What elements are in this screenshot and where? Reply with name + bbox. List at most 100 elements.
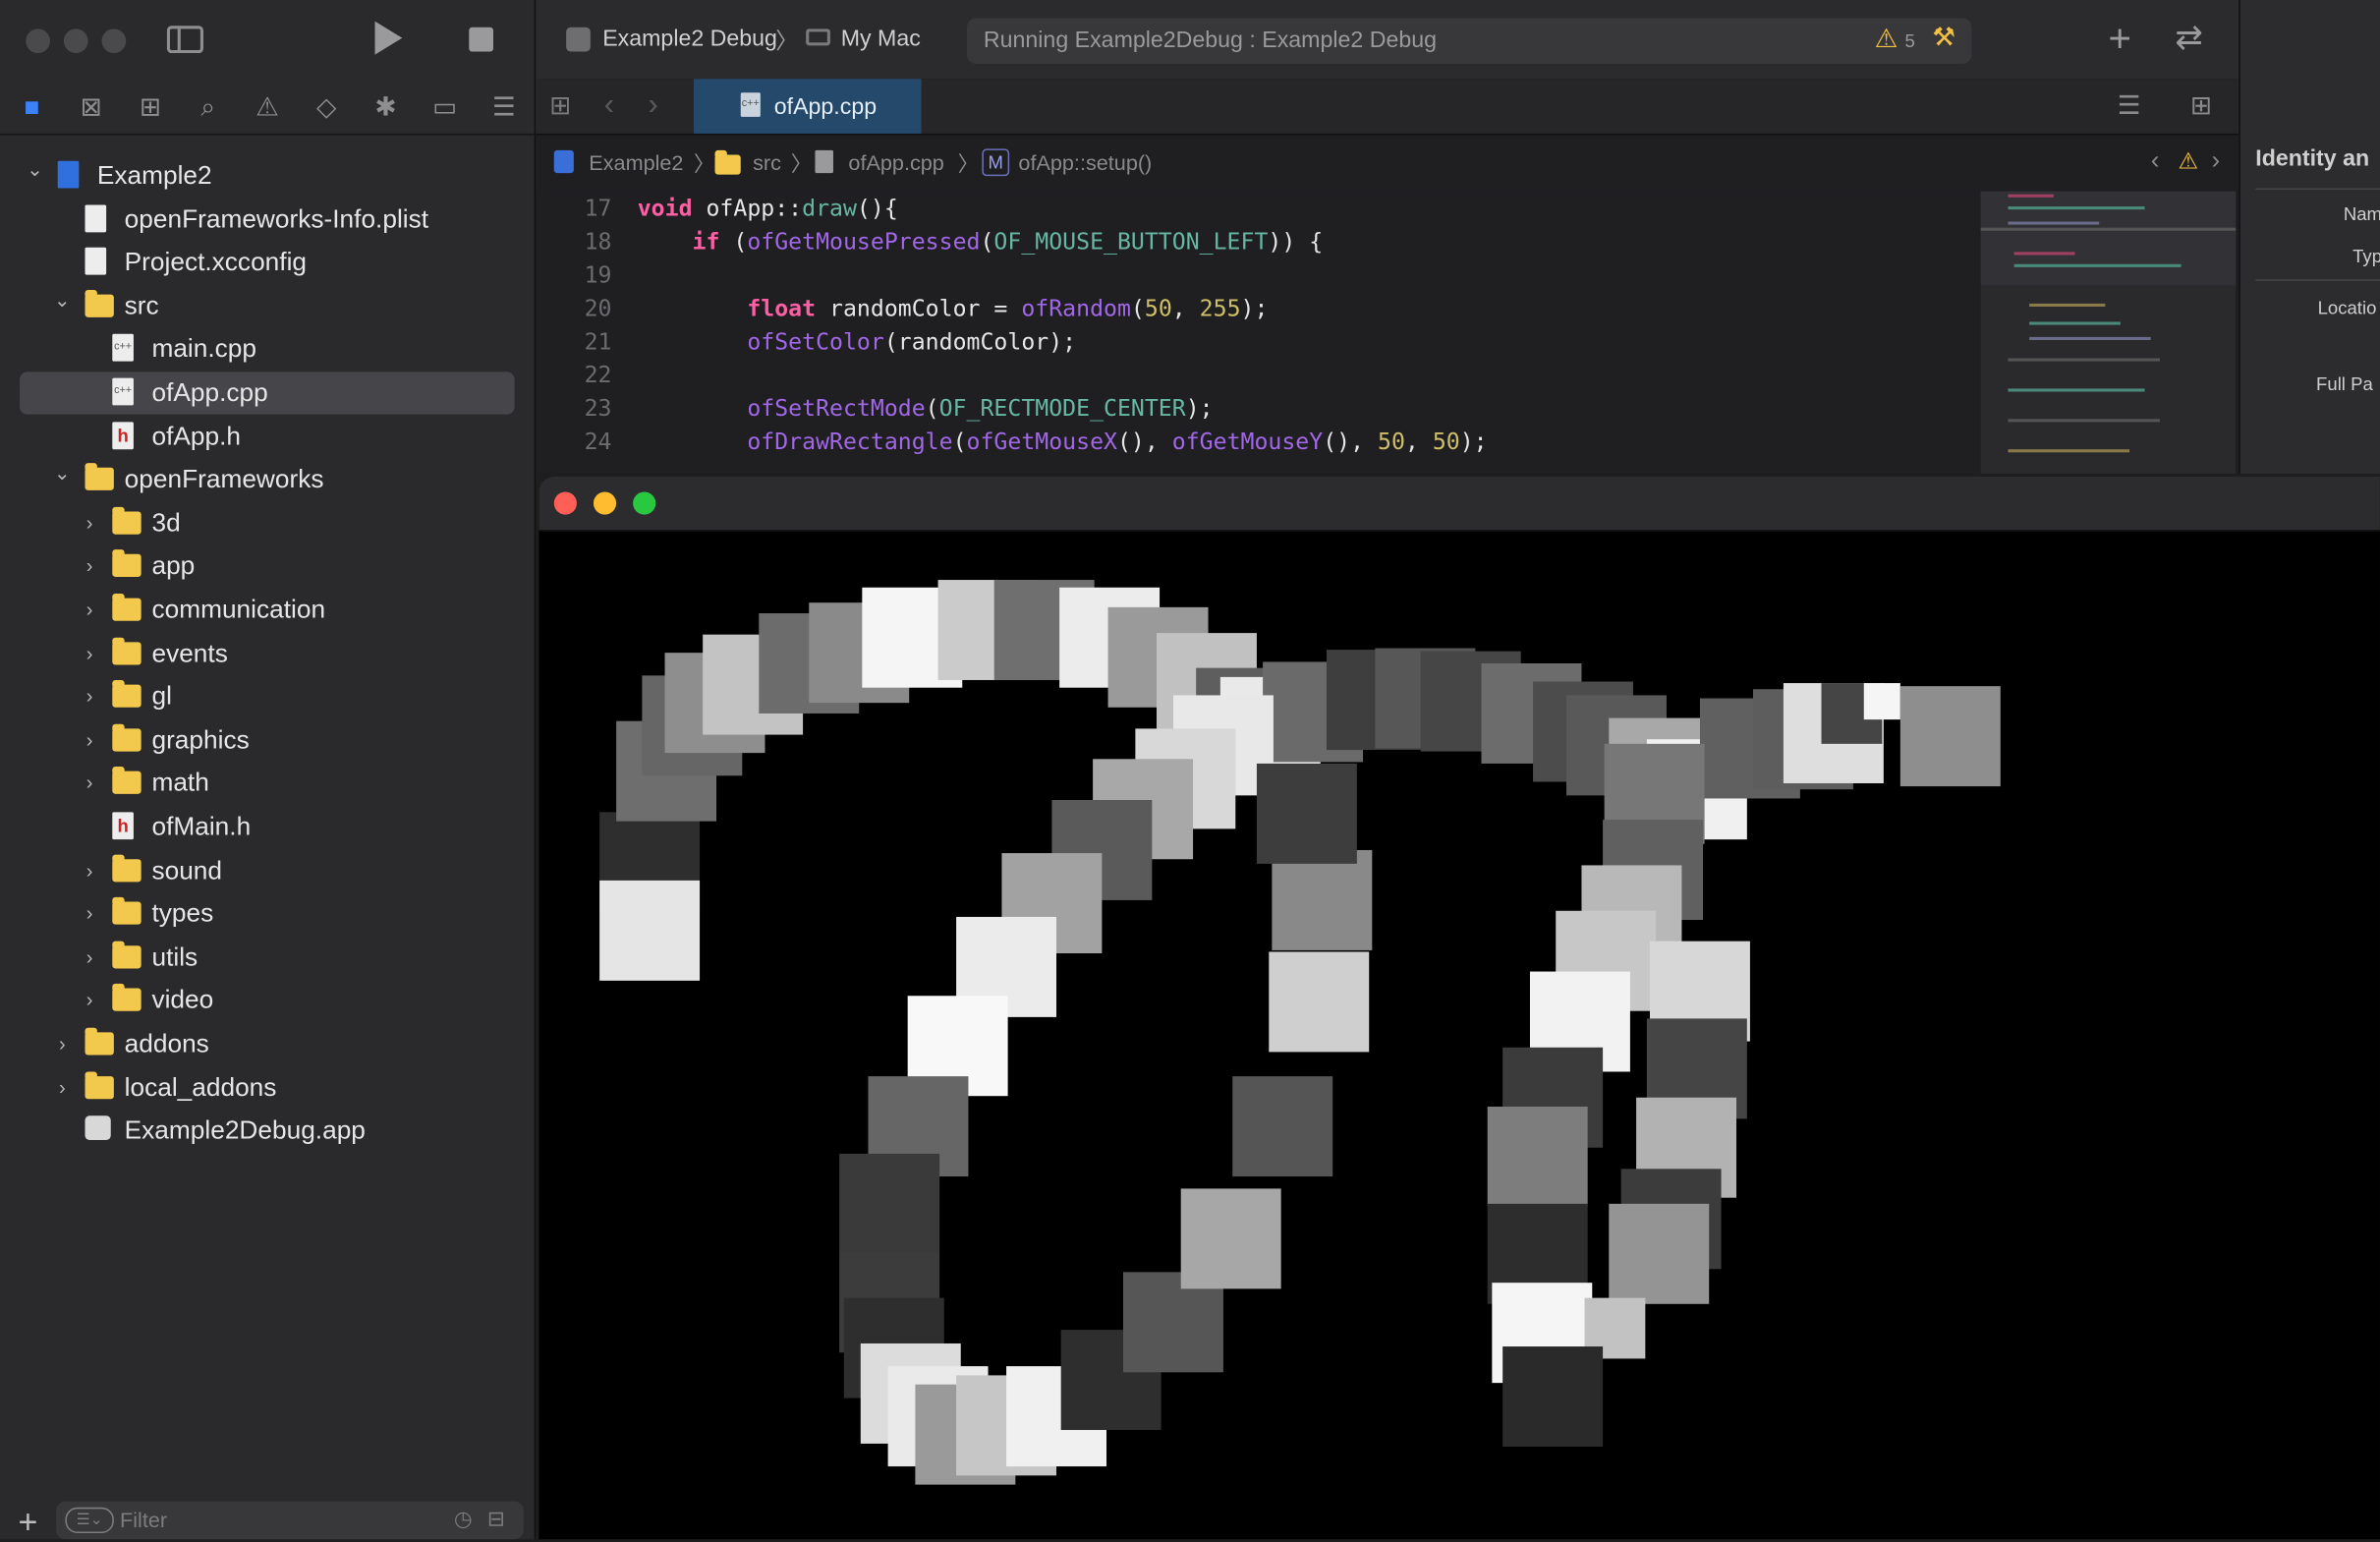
disclosure-closed-icon[interactable]: › (79, 937, 100, 979)
navigator-item[interactable]: › communication (0, 589, 535, 631)
scm-filter-icon[interactable]: ⊟ (487, 1506, 505, 1531)
debug-navigator-icon[interactable]: ✱ (368, 91, 402, 125)
test-navigator-icon[interactable]: ◇ (310, 91, 343, 125)
navigator-item[interactable]: › addons (0, 1023, 535, 1065)
minimap[interactable] (1980, 191, 2237, 474)
disclosure-closed-icon[interactable]: › (52, 1066, 74, 1109)
inspector-title: Identity an (2255, 145, 2370, 172)
back-arrow-icon[interactable]: ‹ (604, 88, 614, 124)
chevron-right-icon: 〉 (957, 151, 980, 177)
sidebar-toggle-icon[interactable] (166, 26, 203, 54)
inspector-label-location: Locatio (2317, 297, 2377, 319)
code-line[interactable]: if (ofGetMousePressed(OF_MOUSE_BUTTON_LE… (638, 228, 1324, 256)
hammer-icon[interactable]: ⚒ (1932, 23, 1955, 53)
code-line[interactable]: float randomColor = ofRandom(50, 255); (638, 295, 1268, 322)
add-editor-icon[interactable]: ⊞ (2190, 91, 2212, 122)
disclosure-closed-icon[interactable]: › (79, 719, 100, 762)
disclosure-open-icon[interactable]: ⌄ (52, 453, 74, 495)
code-review-icon[interactable]: ⇄ (2175, 19, 2202, 58)
app-minimize-button[interactable] (593, 491, 617, 515)
disclosure-closed-icon[interactable]: › (79, 763, 100, 805)
navigator-item[interactable]: › types (0, 893, 535, 936)
recent-files-icon[interactable]: ◷ (454, 1506, 473, 1531)
code-editor[interactable]: 17 void ofApp::draw(){18 if (ofGetMousePr… (536, 192, 1980, 474)
warning-icon[interactable]: ⚠ (1875, 25, 1898, 55)
navigator-item[interactable]: › math (0, 763, 535, 805)
navigator-item[interactable]: c++ main.cpp (0, 328, 535, 371)
app-zoom-button[interactable] (633, 491, 656, 515)
disclosure-closed-icon[interactable]: › (79, 676, 100, 718)
disclosure-closed-icon[interactable]: › (79, 632, 100, 674)
run-button[interactable] (374, 21, 403, 55)
issue-navigator-icon[interactable]: ⚠ (251, 91, 284, 125)
navigator-item[interactable]: ⌄ src (0, 285, 535, 327)
navigator-item[interactable]: › app (0, 545, 535, 588)
add-icon[interactable]: + (19, 1503, 38, 1542)
folder-icon (85, 1027, 114, 1056)
jump-file[interactable]: ofApp.cpp (848, 150, 943, 175)
find-navigator-icon[interactable]: ⌕ (192, 91, 225, 125)
window-zoom-button[interactable] (101, 29, 127, 54)
navigator-item[interactable]: › 3d (0, 502, 535, 544)
navigator-item[interactable]: › gl (0, 676, 535, 718)
disclosure-closed-icon[interactable]: › (79, 980, 100, 1022)
app-window-titlebar[interactable] (538, 477, 2380, 532)
disclosure-open-icon[interactable]: ⌄ (25, 148, 46, 191)
forward-arrow-icon[interactable]: › (649, 88, 658, 124)
prev-issue-icon[interactable]: ‹ (2151, 145, 2160, 176)
navigator-item[interactable]: › utils (0, 937, 535, 979)
tab-ofApp-cpp[interactable]: c++ ofApp.cpp (693, 79, 922, 134)
filter-options-icon[interactable]: ☰⌄ (65, 1507, 114, 1534)
project-navigator-folder-icon[interactable]: ■ (15, 91, 48, 125)
disclosure-closed-icon[interactable]: › (79, 589, 100, 631)
related-items-icon[interactable]: ⊞ (549, 91, 571, 122)
window-close-button[interactable] (26, 29, 50, 54)
library-add-button[interactable]: + (2108, 15, 2130, 62)
app-close-button[interactable] (553, 491, 577, 515)
disclosure-closed-icon[interactable]: › (79, 502, 100, 544)
navigator-item[interactable]: › graphics (0, 719, 535, 762)
source-control-icon[interactable]: ⊠ (75, 91, 108, 125)
code-line[interactable]: ofDrawRectangle(ofGetMouseX(), ofGetMous… (638, 428, 1487, 456)
editor-options-icon[interactable]: ☰ (2118, 91, 2141, 122)
code-line[interactable]: void ofApp::draw(){ (638, 195, 898, 222)
scheme-selector[interactable]: Example2 Debug (602, 26, 777, 51)
report-navigator-icon[interactable]: ☰ (487, 91, 521, 125)
navigator-item[interactable]: c++ ofApp.cpp (20, 371, 515, 415)
disclosure-closed-icon[interactable]: › (79, 545, 100, 588)
navigator-item-label: app (151, 551, 196, 581)
navigator-item[interactable]: ⌄ Example2 (0, 155, 535, 198)
navigator-item[interactable]: Project.xcconfig (0, 242, 535, 284)
navigator-item[interactable]: openFrameworks-Info.plist (0, 199, 535, 241)
code-line[interactable]: ofSetColor(randomColor); (638, 328, 1076, 356)
navigator-item[interactable]: Example2Debug.app (0, 1110, 535, 1152)
navigator-item[interactable]: h ofMain.h (0, 806, 535, 848)
navigator-item[interactable]: › local_addons (0, 1066, 535, 1109)
drawn-rectangle (1269, 951, 1370, 1053)
navigator-item[interactable]: › sound (0, 849, 535, 891)
warning-icon[interactable]: ⚠ (2179, 147, 2199, 174)
navigator-item[interactable]: h ofApp.h (0, 416, 535, 458)
breakpoint-navigator-icon[interactable]: ▭ (428, 91, 462, 125)
symbol-navigator-icon[interactable]: ⊞ (134, 91, 167, 125)
navigator-item[interactable]: › events (0, 632, 535, 674)
tab-label: ofApp.cpp (773, 93, 878, 121)
navigator-item-label: video (151, 986, 214, 1015)
code-line[interactable]: ofSetRectMode(OF_RECTMODE_CENTER); (638, 395, 1213, 423)
jump-project[interactable]: Example2 (589, 150, 683, 175)
navigator-item[interactable]: › video (0, 980, 535, 1022)
disclosure-closed-icon[interactable]: › (79, 849, 100, 891)
disclosure-closed-icon[interactable]: › (79, 893, 100, 936)
filter-field[interactable]: ☰⌄ Filter ◷ ⊟ (56, 1501, 524, 1540)
navigator-item[interactable]: ⌄ openFrameworks (0, 459, 535, 501)
window-minimize-button[interactable] (63, 29, 88, 54)
disclosure-closed-icon[interactable]: › (52, 1023, 74, 1065)
next-issue-icon[interactable]: › (2211, 145, 2220, 176)
stop-button[interactable] (469, 27, 493, 52)
jump-folder[interactable]: src (753, 150, 781, 175)
jump-symbol[interactable]: ofApp::setup() (1018, 150, 1152, 175)
app-window[interactable] (538, 477, 2380, 1540)
disclosure-open-icon[interactable]: ⌄ (52, 279, 74, 321)
destination-selector[interactable]: My Mac (841, 26, 921, 51)
drawing-canvas[interactable] (538, 532, 2380, 1540)
